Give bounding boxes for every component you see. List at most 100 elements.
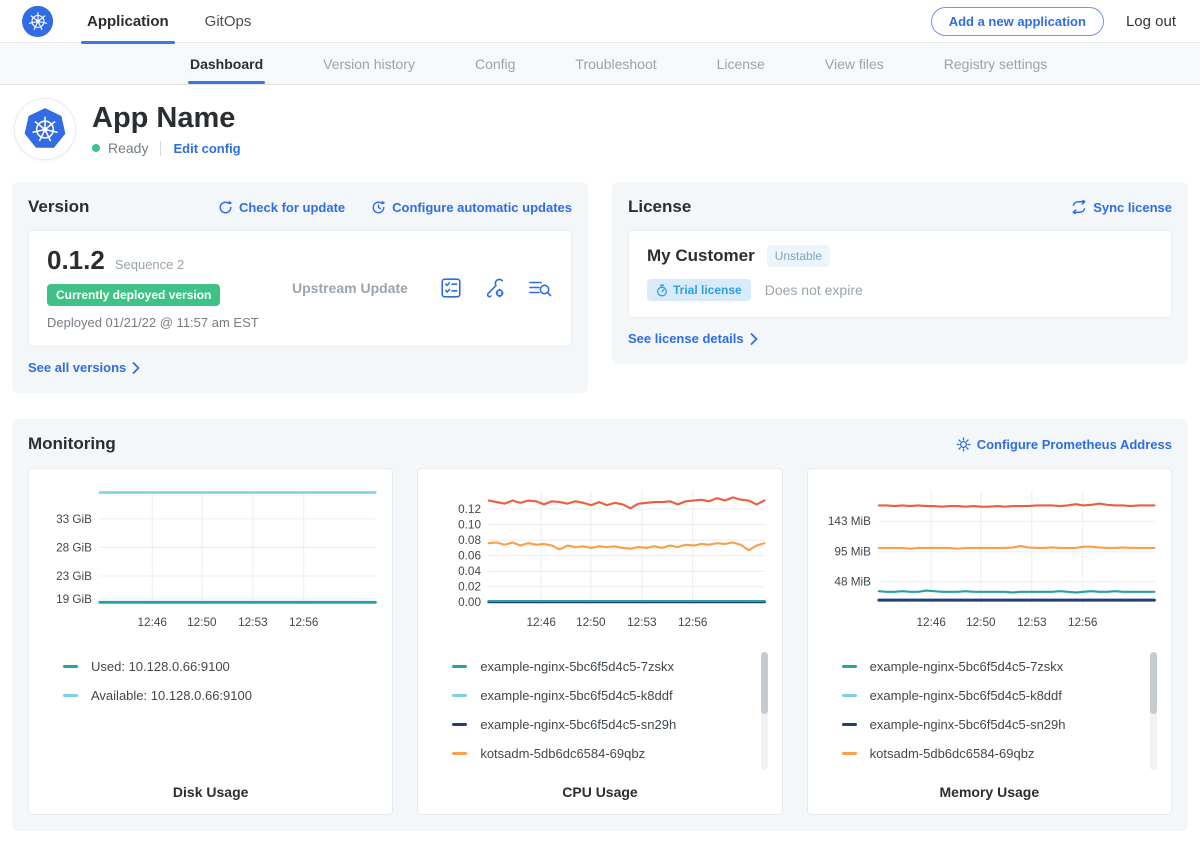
legend-label: example-nginx-5bc6f5d4c5-sn29h: [870, 717, 1066, 732]
legend-label: Available: 10.128.0.66:9100: [91, 688, 252, 703]
svg-text:33 GiB: 33 GiB: [56, 513, 92, 526]
scrollbar-thumb[interactable]: [761, 652, 768, 714]
legend-item: example-nginx-5bc6f5d4c5-k8ddf: [842, 681, 1159, 710]
cpu-usage-chart: 0.00 0.02 0.04 0.06 0.08 0.10 0.12 12:46 12:50 12…: [430, 481, 769, 642]
svg-text:0.04: 0.04: [458, 565, 481, 578]
tab-troubleshoot[interactable]: Troubleshoot: [573, 56, 658, 84]
svg-text:0.06: 0.06: [458, 550, 481, 563]
tab-license[interactable]: License: [715, 56, 767, 84]
svg-text:12:53: 12:53: [627, 616, 657, 629]
legend-color-dash: [842, 752, 857, 755]
legend-color-dash: [842, 665, 857, 668]
cpu-usage-legend: example-nginx-5bc6f5d4c5-7zskx example-ng…: [430, 652, 769, 774]
tab-version-history[interactable]: Version history: [321, 56, 417, 84]
tab-dashboard[interactable]: Dashboard: [188, 56, 265, 84]
edit-config-link[interactable]: Edit config: [173, 141, 240, 156]
kubernetes-logo-icon[interactable]: [22, 6, 53, 37]
legend-label: Used: 10.128.0.66:9100: [91, 659, 230, 674]
legend-label: example-nginx-5bc6f5d4c5-k8ddf: [480, 688, 672, 703]
svg-text:0.08: 0.08: [458, 534, 481, 547]
see-all-versions-link[interactable]: See all versions: [28, 360, 140, 375]
status-ready-dot: [92, 144, 100, 152]
legend-color-dash: [63, 665, 78, 668]
cpu-usage-chart-card: 0.00 0.02 0.04 0.06 0.08 0.10 0.12 12:46 12:50 12…: [417, 468, 782, 815]
chevron-right-icon: [750, 333, 758, 345]
svg-text:0.12: 0.12: [458, 503, 481, 516]
refresh-icon: [218, 200, 233, 215]
currently-deployed-badge: Currently deployed version: [47, 284, 220, 306]
legend-item: kotsadm-5db6dc6584-69qbz: [842, 739, 1159, 768]
configure-automatic-updates-link[interactable]: Configure automatic updates: [371, 200, 572, 215]
svg-text:95 MiB: 95 MiB: [834, 546, 871, 559]
sync-license-link[interactable]: Sync license: [1071, 200, 1172, 215]
app-header: App Name Ready Edit config: [0, 85, 1200, 172]
legend-item: example-nginx-5bc6f5d4c5-sn29h: [842, 710, 1159, 739]
disk-usage-chart-card: 19 GiB23 GiB28 GiB33 GiB12:4612:5012:531…: [28, 468, 393, 815]
topnav-tab-application[interactable]: Application: [87, 0, 169, 43]
legend-scrollbar[interactable]: [761, 652, 768, 770]
legend-item: example-nginx-5bc6f5d4c5-7zskx: [452, 652, 769, 681]
tab-config[interactable]: Config: [473, 56, 517, 84]
svg-text:19 GiB: 19 GiB: [56, 593, 92, 606]
add-new-application-button[interactable]: Add a new application: [931, 7, 1104, 36]
svg-text:0.10: 0.10: [458, 518, 481, 531]
preflight-checks-icon[interactable]: [439, 276, 463, 300]
legend-label: example-nginx-5bc6f5d4c5-7zskx: [480, 659, 674, 674]
svg-text:12:50: 12:50: [187, 616, 217, 629]
config-wrench-gear-icon[interactable]: [483, 276, 507, 300]
see-license-details-link[interactable]: See license details: [628, 331, 758, 346]
tab-view-files[interactable]: View files: [823, 56, 886, 84]
app-subnav: Dashboard Version history Config Trouble…: [0, 43, 1200, 85]
tab-registry-settings[interactable]: Registry settings: [942, 56, 1049, 84]
deployed-timestamp: Deployed 01/21/22 @ 11:57 am EST: [47, 315, 292, 330]
svg-text:12:46: 12:46: [527, 616, 557, 629]
legend-item: Available: 10.128.0.66:9100: [63, 681, 380, 710]
check-for-update-link[interactable]: Check for update: [218, 200, 345, 215]
view-diff-logs-icon[interactable]: [527, 276, 553, 300]
license-card: License Sync license My Customer Unstabl…: [612, 182, 1188, 364]
monitoring-section: Monitoring Configure Prometheus Address …: [12, 419, 1188, 831]
svg-text:12:50: 12:50: [966, 616, 996, 629]
page-title: App Name: [92, 102, 241, 134]
customer-name: My Customer: [647, 246, 755, 266]
svg-text:48 MiB: 48 MiB: [834, 576, 871, 589]
legend-item: example-nginx-5bc6f5d4c5-sn29h: [452, 710, 769, 739]
svg-text:0.00: 0.00: [458, 596, 481, 609]
legend-label: example-nginx-5bc6f5d4c5-k8ddf: [870, 688, 1062, 703]
legend-item: kotsadm-5db6dc6584-69qbz: [452, 739, 769, 768]
legend-item: example-nginx-5bc6f5d4c5-7zskx: [842, 652, 1159, 681]
status-text: Ready: [108, 140, 148, 156]
svg-text:143 MiB: 143 MiB: [828, 515, 871, 528]
sequence-label: Sequence 2: [115, 257, 184, 272]
legend-color-dash: [452, 694, 467, 697]
memory-usage-legend: example-nginx-5bc6f5d4c5-7zskx example-ng…: [820, 652, 1159, 774]
version-card-title: Version: [28, 197, 89, 217]
svg-text:12:56: 12:56: [289, 616, 319, 629]
sync-arrows-icon: [1071, 200, 1087, 214]
legend-label: example-nginx-5bc6f5d4c5-sn29h: [480, 717, 676, 732]
legend-label: kotsadm-5db6dc6584-69qbz: [870, 746, 1035, 761]
logout-button[interactable]: Log out: [1126, 13, 1176, 30]
gear-icon: [956, 437, 971, 452]
topnav-tab-gitops[interactable]: GitOps: [205, 0, 252, 43]
svg-text:12:53: 12:53: [238, 616, 268, 629]
memory-usage-chart-card: 48 MiB95 MiB143 MiB12:4612:5012:5312:56 …: [807, 468, 1172, 815]
scrollbar-thumb[interactable]: [1150, 652, 1157, 714]
memory-usage-chart: 48 MiB95 MiB143 MiB12:4612:5012:5312:56: [820, 481, 1159, 642]
legend-color-dash: [63, 694, 78, 697]
top-navbar: Application GitOps Add a new application…: [0, 0, 1200, 43]
svg-text:28 GiB: 28 GiB: [56, 541, 92, 554]
version-source-label: Upstream Update: [292, 280, 408, 296]
svg-text:0.02: 0.02: [458, 581, 481, 594]
chevron-right-icon: [132, 362, 140, 374]
disk-usage-legend: Used: 10.128.0.66:9100 Available: 10.128.…: [41, 652, 380, 774]
legend-color-dash: [452, 752, 467, 755]
configure-prometheus-link[interactable]: Configure Prometheus Address: [956, 437, 1172, 452]
legend-label: example-nginx-5bc6f5d4c5-7zskx: [870, 659, 1064, 674]
divider: [160, 141, 161, 156]
legend-color-dash: [452, 665, 467, 668]
stopwatch-icon: [656, 284, 668, 297]
legend-color-dash: [842, 723, 857, 726]
svg-text:12:50: 12:50: [576, 616, 606, 629]
legend-scrollbar[interactable]: [1150, 652, 1157, 770]
